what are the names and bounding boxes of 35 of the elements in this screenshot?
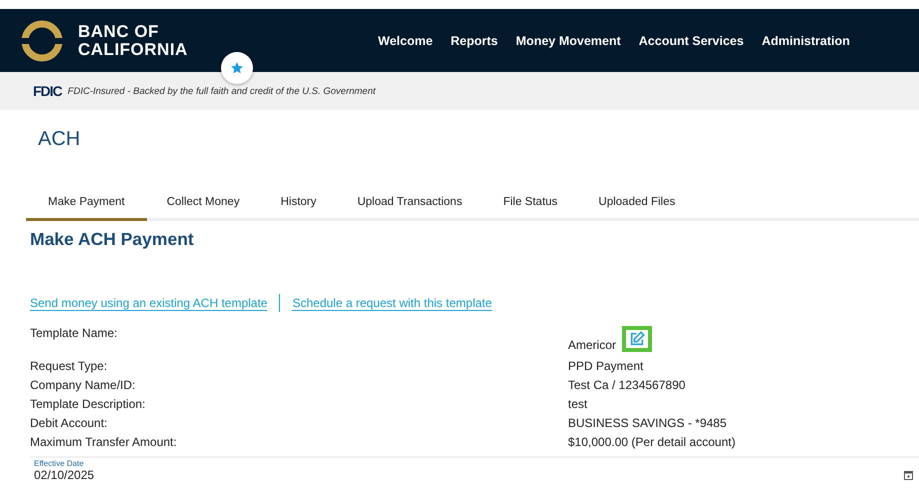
nav-link[interactable]: Administration [762, 34, 850, 48]
tab[interactable]: File Status [483, 190, 579, 221]
nav-link[interactable]: Welcome [378, 34, 433, 48]
detail-label: Template Name: [30, 326, 118, 340]
section-title: Make ACH Payment [30, 229, 195, 250]
tab[interactable]: History [260, 190, 338, 221]
detail-label: Debit Account: [30, 416, 108, 430]
tab[interactable]: Upload Transactions [337, 190, 484, 221]
calendar-icon [904, 470, 913, 480]
brand-name: BANC OF [78, 22, 160, 40]
detail-value: test [568, 396, 588, 410]
favorite-button[interactable] [221, 52, 253, 84]
nav-link[interactable]: Reports [450, 34, 498, 48]
brand-name: CALIFORNIA [78, 40, 188, 58]
detail-value: PPD Payment [568, 358, 644, 372]
detail-label: Template Description: [30, 396, 146, 410]
detail-value: $10,000.00 (Per detail account) [568, 434, 736, 448]
tab[interactable]: Uploaded Files [578, 190, 696, 221]
fdic-notice: FDIC-Insured - Backed by the full faith and credit of the U.S. Government [68, 86, 376, 96]
star-icon [230, 61, 244, 75]
detail-label: Company Name/ID: [30, 378, 136, 392]
fdic-logo: FDIC [33, 83, 62, 99]
detail-label: Maximum Transfer Amount: [30, 434, 178, 448]
nav-link[interactable]: Money Movement [516, 34, 621, 48]
nav-link[interactable]: Account Services [638, 34, 744, 48]
tab[interactable]: Collect Money [146, 190, 261, 221]
edit-icon [629, 331, 646, 347]
detail-value: Test Ca / 1234567890 [568, 378, 686, 392]
edit-button[interactable] [622, 326, 652, 352]
page-title: ACH [37, 127, 82, 152]
detail-label: Request Type: [30, 358, 108, 372]
detail-value: Americor [568, 338, 616, 352]
tab[interactable]: Make Payment [26, 190, 147, 221]
detail-value: BUSINESS SAVINGS - *9485 [568, 416, 727, 430]
ring-logo-icon [20, 18, 64, 62]
